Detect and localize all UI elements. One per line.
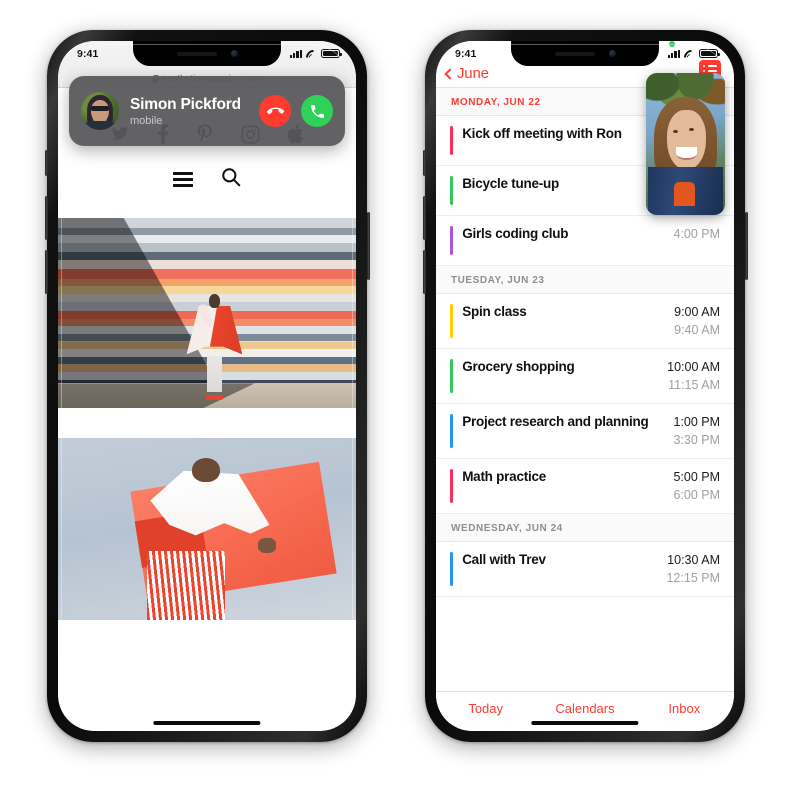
search-icon[interactable] [221, 167, 241, 192]
left-status-bar: 9:41 [58, 41, 356, 66]
right-phone-device: June MONDAY, JUN 22 Kick off meeting wit… [422, 30, 748, 742]
event-end-time: 11:15 AM [668, 378, 720, 392]
cellular-signal-icon [667, 49, 680, 58]
event-end-time: 9:40 AM [674, 323, 720, 337]
mute-switch[interactable] [44, 150, 48, 176]
tab-calendars[interactable]: Calendars [535, 701, 634, 716]
event-title: Math practice [462, 469, 546, 484]
photo-model-two-head [192, 458, 221, 482]
event-color-bar [450, 414, 454, 448]
left-phone-bezel: aestheticmagazine.com [58, 41, 356, 731]
event-start-time: 10:00 AM [667, 360, 720, 374]
day-header: WEDNESDAY, JUN 24 [436, 514, 734, 542]
battery-icon [699, 48, 720, 59]
event-row[interactable]: Math practice 5:00 PM 6:00 PM [436, 459, 734, 514]
caller-avatar [81, 92, 119, 130]
mute-switch-right[interactable] [422, 150, 426, 176]
call-action-buttons [259, 95, 333, 127]
green-recording-dot [668, 41, 676, 48]
event-end-time: 12:15 PM [666, 571, 720, 585]
screenshot-canvas: aestheticmagazine.com [0, 0, 800, 800]
event-title: Kick off meeting with Ron [462, 126, 622, 141]
web-page-content [58, 88, 356, 731]
battery-icon [321, 48, 342, 59]
event-title: Bicycle tune-up [462, 176, 559, 191]
event-color-bar [450, 552, 454, 586]
chevron-left-icon [444, 67, 456, 80]
event-times: 9:00 AM 9:40 AM [662, 303, 720, 339]
wifi-icon [306, 49, 317, 58]
event-start-time: 5:00 PM [673, 470, 720, 484]
power-button[interactable] [366, 212, 370, 280]
cellular-signal-icon [289, 49, 302, 58]
event-start-time: 10:30 AM [667, 553, 720, 567]
volume-down-button-right[interactable] [422, 250, 426, 294]
home-indicator[interactable] [153, 720, 261, 725]
event-times: 4:00 PM [662, 225, 720, 256]
event-start-time: 9:00 AM [674, 305, 720, 319]
incoming-call-banner[interactable]: Simon Pickford mobile [69, 76, 345, 146]
coral-panel-photo[interactable] [58, 438, 356, 620]
right-status-bar: 9:41 [436, 41, 734, 66]
left-phone-device: aestheticmagazine.com [44, 30, 370, 742]
home-indicator-right[interactable] [531, 720, 639, 725]
status-time-right: 9:41 [455, 47, 477, 60]
right-phone-bezel: June MONDAY, JUN 22 Kick off meeting wit… [436, 41, 734, 731]
event-color-bar [450, 176, 454, 205]
event-title: Call with Trev [462, 552, 546, 567]
event-color-bar [450, 304, 454, 338]
caller-info: Simon Pickford mobile [119, 96, 259, 127]
event-end-time: 3:30 PM [673, 433, 720, 447]
event-times: 10:30 AM 12:15 PM [662, 551, 720, 587]
event-times: 10:00 AM 11:15 AM [662, 358, 720, 394]
event-title: Project research and planning [462, 414, 649, 429]
tab-inbox[interactable]: Inbox [635, 701, 734, 716]
back-button-label: June [457, 65, 489, 82]
event-row[interactable]: Call with Trev 10:30 AM 12:15 PM [436, 542, 734, 597]
volume-up-button-right[interactable] [422, 196, 426, 240]
event-row[interactable]: Grocery shopping 10:00 AM 11:15 AM [436, 349, 734, 404]
event-row[interactable]: Girls coding club 4:00 PM [436, 216, 734, 266]
caller-name: Simon Pickford [130, 95, 241, 113]
event-row[interactable]: Project research and planning 1:00 PM 3:… [436, 404, 734, 459]
event-start-time: 1:00 PM [673, 415, 720, 429]
event-row[interactable]: Spin class 9:00 AM 9:40 AM [436, 294, 734, 349]
wifi-icon [684, 49, 695, 58]
volume-up-button[interactable] [44, 196, 48, 240]
left-phone-screen: aestheticmagazine.com [58, 41, 356, 731]
event-times: 1:00 PM 3:30 PM [662, 413, 720, 449]
menu-icon[interactable] [173, 172, 193, 187]
accept-call-button[interactable] [301, 95, 333, 127]
day-header: TUESDAY, JUN 23 [436, 266, 734, 294]
event-times: 5:00 PM 6:00 PM [662, 468, 720, 504]
volume-down-button[interactable] [44, 250, 48, 294]
event-color-bar [450, 469, 454, 503]
event-title: Girls coding club [462, 226, 569, 241]
event-end-time: 6:00 PM [673, 488, 720, 502]
striped-wall-photo[interactable] [58, 218, 356, 408]
right-phone-screen: June MONDAY, JUN 22 Kick off meeting wit… [436, 41, 734, 731]
event-end-time: 4:00 PM [673, 227, 720, 241]
power-button-right[interactable] [744, 212, 748, 280]
decline-call-button[interactable] [259, 95, 291, 127]
tab-today[interactable]: Today [436, 701, 535, 716]
status-time: 9:41 [77, 47, 99, 60]
back-to-june-button[interactable]: June [444, 65, 489, 82]
event-color-bar [450, 359, 454, 393]
event-color-bar [450, 126, 454, 155]
page-tools-row [58, 144, 356, 192]
calendar-tab-bar: Today Calendars Inbox [436, 691, 734, 731]
caller-line-type: mobile [130, 114, 163, 127]
photo-model-two-hand [257, 538, 276, 553]
facetime-pip-window[interactable] [646, 73, 725, 215]
event-title: Spin class [462, 304, 527, 319]
event-color-bar [450, 226, 454, 255]
striped-pants [147, 550, 225, 620]
photo-model-one [186, 294, 243, 401]
event-title: Grocery shopping [462, 359, 575, 374]
